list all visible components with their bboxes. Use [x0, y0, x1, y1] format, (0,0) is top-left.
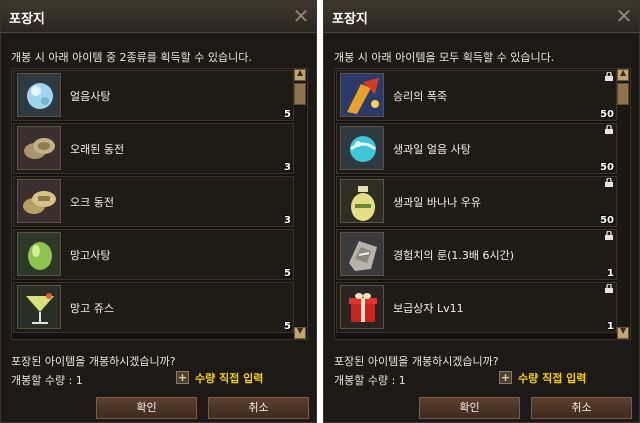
list-item[interactable]: 50 생과일 얼음 사탕 [336, 123, 617, 174]
ice-candy-icon [17, 73, 61, 117]
item-quantity: 5 [284, 109, 291, 120]
direct-quantity-label[interactable]: 수량 직접 입력 [195, 370, 263, 386]
direct-quantity-label[interactable]: 수량 직접 입력 [518, 370, 586, 386]
item-quantity: 1 [607, 321, 614, 332]
item-quantity: 5 [284, 321, 291, 332]
plus-icon[interactable]: + [176, 371, 189, 384]
item-quantity: 3 [284, 162, 291, 173]
dialog-title: 포장지 [332, 12, 368, 27]
list-item[interactable]: 1 보급상자 Lv11 [336, 282, 617, 333]
confirm-button[interactable]: 확인 [96, 397, 197, 419]
list-item[interactable]: 50 승리의 폭죽 [336, 70, 617, 121]
list-item[interactable]: 50 생과일 바나나 우유 [336, 176, 617, 227]
item-name: 오크 동전 [70, 196, 114, 209]
item-name: 오래된 동전 [70, 143, 125, 156]
item-list: 5 얼음사탕 3 오래된 동전 3 오크 동전 5 망고사탕 5 망고 쥬스 ▲… [11, 68, 308, 340]
scroll-down-button[interactable]: ▼ [294, 326, 306, 339]
list-item[interactable]: 5 망고 쥬스 [13, 282, 294, 333]
open-quantity-label: 개봉할 수량 : 1 [11, 374, 83, 387]
item-quantity: 50 [600, 162, 614, 173]
list-item[interactable]: 3 오래된 동전 [13, 123, 294, 174]
item-quantity: 50 [600, 215, 614, 226]
scroll-down-button[interactable]: ▼ [617, 326, 629, 339]
package-dialog-right: 포장지 ✕ 개봉 시 아래 아이템을 모두 획득할 수 있습니다. 50 승리의… [323, 0, 640, 423]
mango-juice-icon [17, 285, 61, 329]
dialog-title: 포장지 [9, 12, 45, 27]
item-name: 생과일 바나나 우유 [393, 196, 481, 209]
lock-icon [605, 125, 613, 134]
firecracker-icon [340, 73, 384, 117]
cancel-button[interactable]: 취소 [531, 397, 632, 419]
orc-coin-icon [17, 179, 61, 223]
open-question: 포장된 아이템을 개봉하시겠습니까? [334, 355, 499, 368]
scroll-up-button[interactable]: ▲ [617, 69, 629, 81]
list-item[interactable]: 5 망고사탕 [13, 229, 294, 280]
dialog-description: 개봉 시 아래 아이템을 모두 획득할 수 있습니다. [334, 51, 555, 64]
list-scrollbar[interactable]: ▲ ▼ [617, 69, 629, 339]
list-scrollbar[interactable]: ▲ ▼ [294, 69, 306, 339]
scroll-up-button[interactable]: ▲ [294, 69, 306, 81]
item-quantity: 3 [284, 215, 291, 226]
cancel-button[interactable]: 취소 [208, 397, 309, 419]
scroll-thumb[interactable] [294, 83, 306, 105]
package-dialog-left: 포장지 ✕ 개봉 시 아래 아이템 중 2종류를 획득할 수 있습니다. 5 얼… [0, 0, 317, 423]
item-quantity: 1 [607, 268, 614, 279]
close-icon[interactable]: ✕ [613, 5, 635, 27]
close-icon[interactable]: ✕ [290, 5, 312, 27]
title-bar[interactable]: 포장지 ✕ [324, 1, 639, 33]
plus-icon[interactable]: + [499, 371, 512, 384]
item-quantity: 5 [284, 268, 291, 279]
item-name: 얼음사탕 [70, 90, 111, 103]
list-item[interactable]: 1 경험치의 룬(1.3배 6시간) [336, 229, 617, 280]
title-bar[interactable]: 포장지 ✕ [1, 1, 316, 33]
item-name: 승리의 폭죽 [393, 90, 448, 103]
item-name: 보급상자 Lv11 [393, 302, 464, 315]
item-name: 망고사탕 [70, 249, 111, 262]
open-question: 포장된 아이템을 개봉하시겠습니까? [11, 355, 176, 368]
old-coin-icon [17, 126, 61, 170]
lock-icon [605, 231, 613, 240]
item-name: 생과일 얼음 사탕 [393, 143, 471, 156]
lock-icon [605, 178, 613, 187]
lock-icon [605, 72, 613, 81]
mango-candy-icon [17, 232, 61, 276]
banana-milk-icon [340, 179, 384, 223]
supply-box-icon [340, 285, 384, 329]
dialog-description: 개봉 시 아래 아이템 중 2종류를 획득할 수 있습니다. [11, 51, 252, 64]
exp-rune-icon [340, 232, 384, 276]
item-quantity: 50 [600, 109, 614, 120]
list-item[interactable]: 5 얼음사탕 [13, 70, 294, 121]
ice-candy-icon [340, 126, 384, 170]
scroll-thumb[interactable] [617, 83, 629, 105]
item-name: 망고 쥬스 [70, 302, 114, 315]
open-quantity-label: 개봉할 수량 : 1 [334, 374, 406, 387]
list-item[interactable]: 3 오크 동전 [13, 176, 294, 227]
item-name: 경험치의 룬(1.3배 6시간) [393, 249, 515, 262]
item-list: 50 승리의 폭죽 50 생과일 얼음 사탕 50 생과일 바나나 우유 1 경… [334, 68, 631, 340]
lock-icon [605, 284, 613, 293]
confirm-button[interactable]: 확인 [419, 397, 520, 419]
